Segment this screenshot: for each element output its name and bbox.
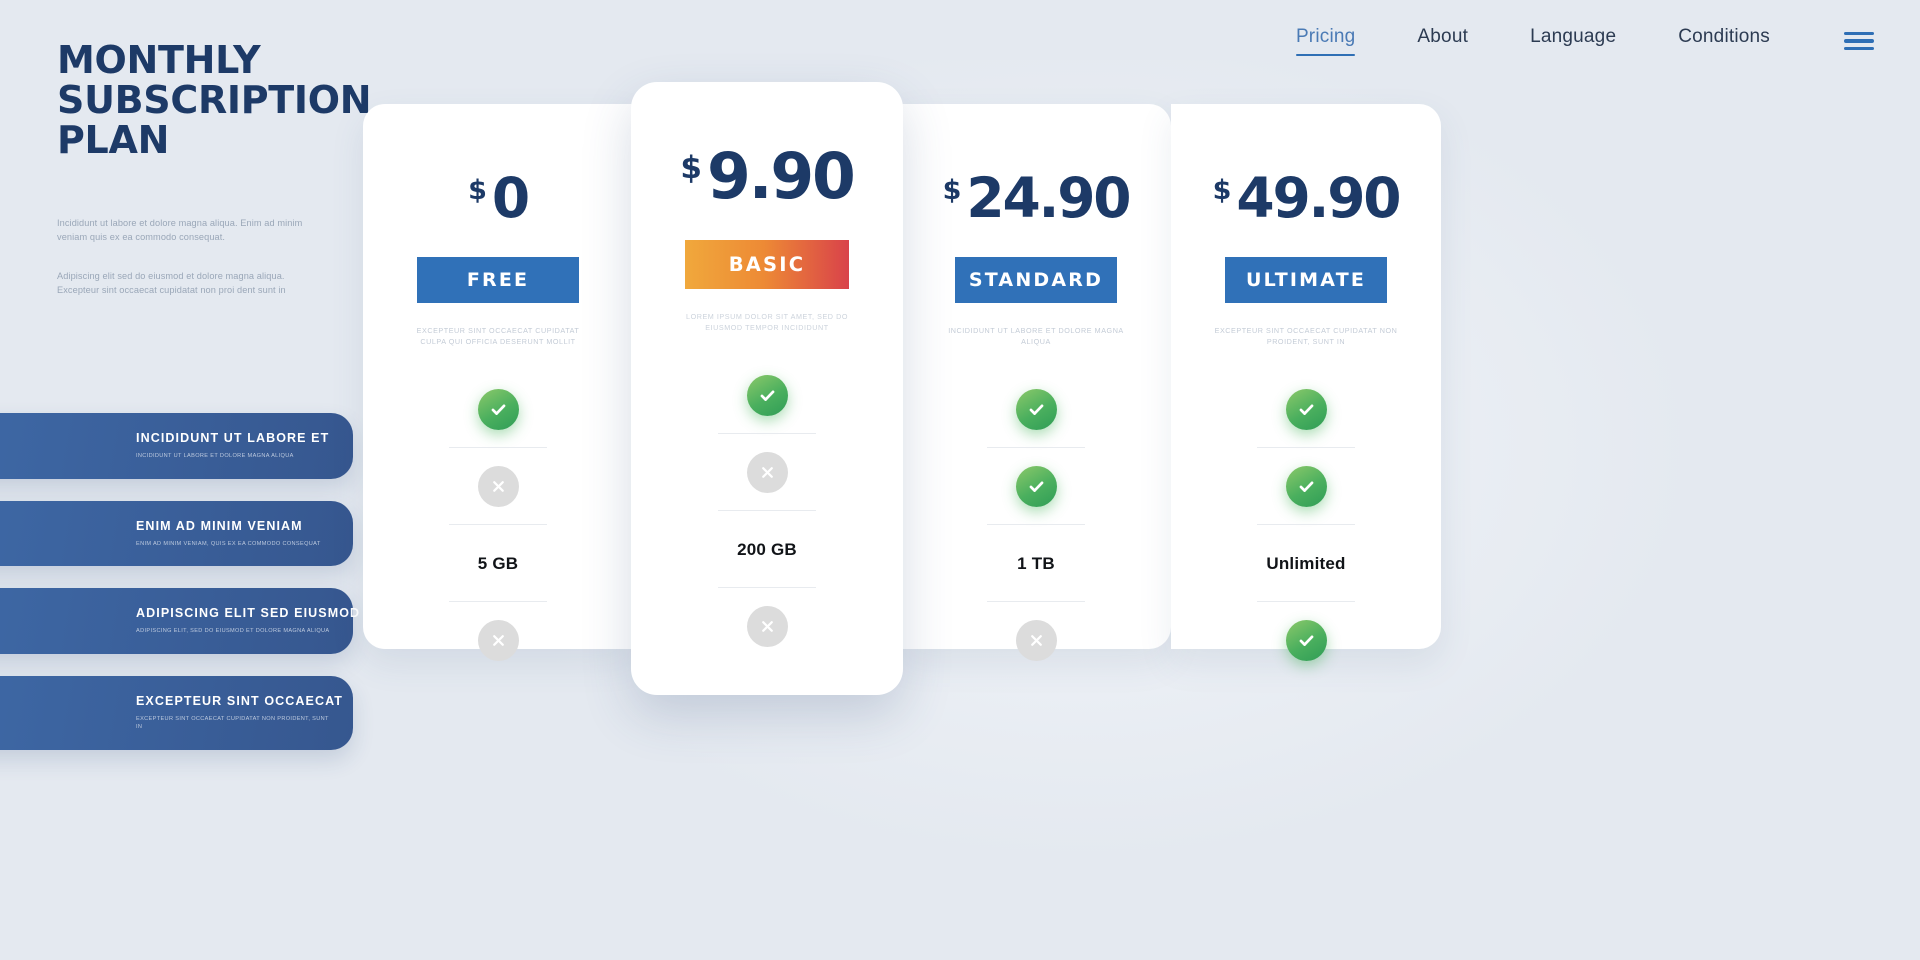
plan-description-basic: LOREM IPSUM DOLOR SIT AMET, SED DO EIUSM…: [686, 312, 848, 332]
check-icon: [477, 389, 519, 430]
price-amount: 9.90: [706, 140, 856, 213]
feature-row-2: [901, 448, 1171, 525]
nav-item-conditions[interactable]: Conditions: [1678, 26, 1770, 56]
price-amount: 49.90: [1236, 166, 1401, 230]
check-icon: [1285, 620, 1327, 661]
pricing-card-free[interactable]: $0 FREE EXCEPTEUR SINT OCCAECAT CUPIDATA…: [363, 104, 633, 661]
feature-pill-subtitle: ADIPISCING ELIT, SED DO EIUSMOD ET DOLOR…: [136, 628, 330, 635]
feature-pill-title: ADIPISCING ELIT SED EIUSMOD: [136, 606, 361, 621]
feature-pill-title: ENIM AD MINIM VENIAM: [136, 518, 303, 533]
feature-row-2: [363, 448, 633, 525]
cross-icon: [1015, 620, 1057, 661]
hamburger-bar-3: [1844, 47, 1874, 51]
price-basic: $9.90: [631, 140, 903, 213]
cross-icon: [746, 452, 788, 493]
feature-row-1: [1171, 371, 1441, 448]
price-ultimate: $49.90: [1171, 166, 1441, 230]
check-icon: [1285, 389, 1327, 430]
feature-pill-2[interactable]: ENIM AD MINIM VENIAM ENIM AD MINIM VENIA…: [0, 500, 353, 567]
pricing-card-basic[interactable]: $9.90 BASIC LOREM IPSUM DOLOR SIT AMET, …: [631, 82, 903, 695]
feature-row-2: [1171, 448, 1441, 525]
price-amount: 0: [491, 166, 530, 230]
feature-pill-subtitle: INCIDIDUNT UT LABORE ET DOLORE MAGNA ALI…: [136, 453, 294, 459]
top-navigation: Pricing About Language Conditions: [1295, 26, 1874, 56]
feature-row-storage: 1 TB: [901, 525, 1171, 602]
feature-row-4: [1171, 602, 1441, 679]
feature-pill-title: INCIDIDUNT UT LABORE ET: [136, 431, 330, 445]
feature-row-storage: 5 GB: [363, 525, 633, 602]
nav-item-pricing[interactable]: Pricing: [1295, 26, 1356, 56]
plan-description-standard: INCIDIDUNT UT LABORE ET DOLORE MAGNA ALI…: [948, 326, 1124, 346]
nav-item-about[interactable]: About: [1417, 26, 1468, 56]
feature-list-standard: 1 TB: [901, 371, 1171, 679]
price-amount: 24.90: [966, 166, 1131, 230]
feature-row-storage: 200 GB: [631, 511, 903, 588]
storage-value-free: 5 GB: [477, 553, 519, 573]
plan-badge-free[interactable]: FREE: [417, 257, 579, 303]
check-icon: [746, 375, 788, 416]
check-icon: [1015, 466, 1057, 507]
currency-symbol: $: [680, 150, 702, 186]
feature-pill-title: EXCEPTEUR SINT OCCAECAT: [136, 693, 344, 708]
feature-pill-subtitle: ENIM AD MINIM VENIAM, QUIS EX EA COMMODO…: [136, 540, 321, 547]
pricing-card-ultimate[interactable]: $49.90 ULTIMATE EXCEPTEUR SINT OCCAECAT …: [1171, 104, 1441, 661]
hamburger-bar-2: [1844, 39, 1874, 43]
storage-value-standard: 1 TB: [1017, 553, 1055, 573]
pricing-card-standard[interactable]: $24.90 STANDARD INCIDIDUNT UT LABORE ET …: [901, 104, 1171, 661]
feature-row-4: [901, 602, 1171, 679]
feature-pill-1[interactable]: INCIDIDUNT UT LABORE ET INCIDIDUNT UT LA…: [0, 413, 353, 479]
page-title: MONTHLY SUBSCRIPTION PLAN: [57, 38, 372, 162]
check-icon: [1015, 389, 1057, 430]
currency-symbol: $: [468, 175, 487, 206]
cross-icon: [746, 606, 788, 647]
nav-item-language[interactable]: Language: [1530, 26, 1616, 56]
feature-pill-subtitle: EXCEPTEUR SINT OCCAECAT CUPIDATAT NON PR…: [136, 715, 329, 731]
price-free: $0: [363, 166, 633, 230]
storage-value-basic: 200 GB: [737, 539, 797, 559]
currency-symbol: $: [1212, 175, 1232, 206]
feature-row-4: [631, 588, 903, 665]
hero-paragraph-2: Adipiscing elit sed do eiusmod et dolore…: [57, 271, 286, 295]
storage-value-ultimate: Unlimited: [1266, 553, 1346, 573]
pricing-cards: $0 FREE EXCEPTEUR SINT OCCAECAT CUPIDATA…: [363, 82, 1441, 695]
feature-list-ultimate: Unlimited: [1171, 371, 1441, 679]
feature-row-2: [631, 434, 903, 511]
plan-badge-standard[interactable]: STANDARD: [955, 257, 1117, 303]
check-icon: [1285, 466, 1327, 507]
hamburger-bar-1: [1844, 31, 1874, 35]
plan-description-ultimate: EXCEPTEUR SINT OCCAECAT CUPIDATAT NON PR…: [1214, 326, 1398, 346]
feature-pill-3[interactable]: ADIPISCING ELIT SED EIUSMOD ADIPISCING E…: [0, 588, 361, 654]
feature-row-4: [363, 602, 633, 679]
feature-row-1: [363, 371, 633, 448]
currency-symbol: $: [942, 175, 962, 206]
cross-icon: [477, 620, 519, 661]
feature-pill-4[interactable]: EXCEPTEUR SINT OCCAECAT EXCEPTEUR SINT O…: [0, 675, 353, 750]
hero-paragraph-1: Incididunt ut labore et dolore magna ali…: [57, 218, 303, 242]
cross-icon: [477, 466, 519, 507]
plan-badge-basic[interactable]: BASIC: [685, 240, 849, 289]
feature-row-1: [901, 371, 1171, 448]
feature-row-1: [631, 357, 903, 434]
plan-badge-ultimate[interactable]: ULTIMATE: [1225, 257, 1387, 303]
price-standard: $24.90: [901, 166, 1171, 230]
feature-list-free: 5 GB: [363, 371, 633, 679]
hamburger-menu-icon[interactable]: [1844, 31, 1874, 51]
feature-list-basic: 200 GB: [631, 357, 903, 665]
feature-row-storage: Unlimited: [1171, 525, 1441, 602]
hero-paragraphs: Incididunt ut labore et dolore magna ali…: [57, 216, 307, 297]
plan-description-free: EXCEPTEUR SINT OCCAECAT CUPIDATAT CULPA …: [416, 326, 580, 346]
